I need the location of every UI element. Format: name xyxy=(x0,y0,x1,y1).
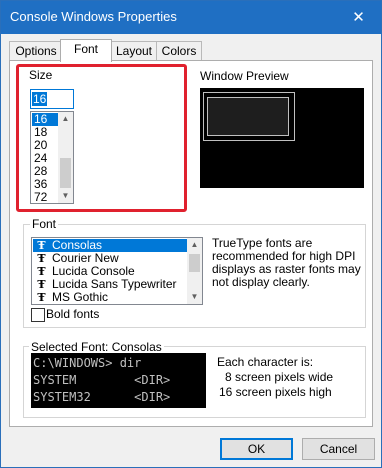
truetype-icon: Ŧ xyxy=(37,278,46,291)
chevron-down-icon[interactable]: ▼ xyxy=(187,290,202,304)
font-option-label: Courier New xyxy=(52,251,119,265)
tab-options[interactable]: Options xyxy=(9,41,63,61)
window-title: Console Windows Properties xyxy=(10,9,177,24)
truetype-description: TrueType fonts are recommended for high … xyxy=(212,236,361,289)
title-bar: Console Windows Properties ✕ xyxy=(1,1,381,34)
window-preview xyxy=(200,88,364,188)
truetype-icon: Ŧ xyxy=(37,252,46,265)
tab-colors[interactable]: Colors xyxy=(156,41,202,61)
bold-fonts-checkbox[interactable] xyxy=(31,308,45,322)
character-info: Each character is: 8 screen pixels wide … xyxy=(217,355,333,400)
close-icon[interactable]: ✕ xyxy=(336,1,381,34)
preview-window-outline xyxy=(203,92,295,141)
bold-fonts-label[interactable]: Bold fonts xyxy=(46,307,99,321)
sample-line: C:\WINDOWS> dir xyxy=(33,356,142,370)
sample-line: SYSTEM32 <DIR> xyxy=(33,390,171,404)
font-option-label: Lucida Console xyxy=(52,264,135,278)
window-preview-label: Window Preview xyxy=(200,69,289,83)
tab-layout[interactable]: Layout xyxy=(110,41,158,61)
ok-button[interactable]: OK xyxy=(220,438,293,460)
tab-font[interactable]: Font xyxy=(60,39,112,62)
char-width: 8 screen pixels wide xyxy=(225,370,334,384)
font-option-label: Consolas xyxy=(52,238,103,252)
font-list[interactable]: Ŧ Consolas Ŧ Courier New Ŧ Lucida Console Ŧ… xyxy=(31,237,203,305)
chevron-up-icon[interactable]: ▲ xyxy=(187,238,202,252)
cancel-button[interactable]: Cancel xyxy=(302,438,375,460)
truetype-icon: Ŧ xyxy=(37,265,46,278)
preview-window-inner xyxy=(207,97,289,136)
font-list-scrollbar[interactable]: ▲ ▼ xyxy=(187,238,202,304)
scroll-thumb[interactable] xyxy=(189,254,200,272)
size-highlight-box xyxy=(16,64,187,212)
font-option-label: Lucida Sans Typewriter xyxy=(52,277,177,291)
char-height: 16 screen pixels high xyxy=(219,385,332,399)
font-option-ms-gothic[interactable]: Ŧ MS Gothic xyxy=(33,290,187,305)
selected-font-label: Selected Font: Consolas xyxy=(29,340,164,354)
truetype-icon: Ŧ xyxy=(37,239,46,252)
char-info-heading: Each character is: xyxy=(217,355,314,369)
font-option-label: MS Gothic xyxy=(52,290,109,304)
font-group-label: Font xyxy=(30,217,59,231)
properties-window: Console Windows Properties ✕ Options Fon… xyxy=(0,0,382,468)
truetype-icon: Ŧ xyxy=(37,291,46,304)
sample-line: SYSTEM <DIR> xyxy=(33,373,171,387)
console-sample: C:\WINDOWS> dir SYSTEM <DIR> SYSTEM32 <DIR… xyxy=(31,353,206,408)
